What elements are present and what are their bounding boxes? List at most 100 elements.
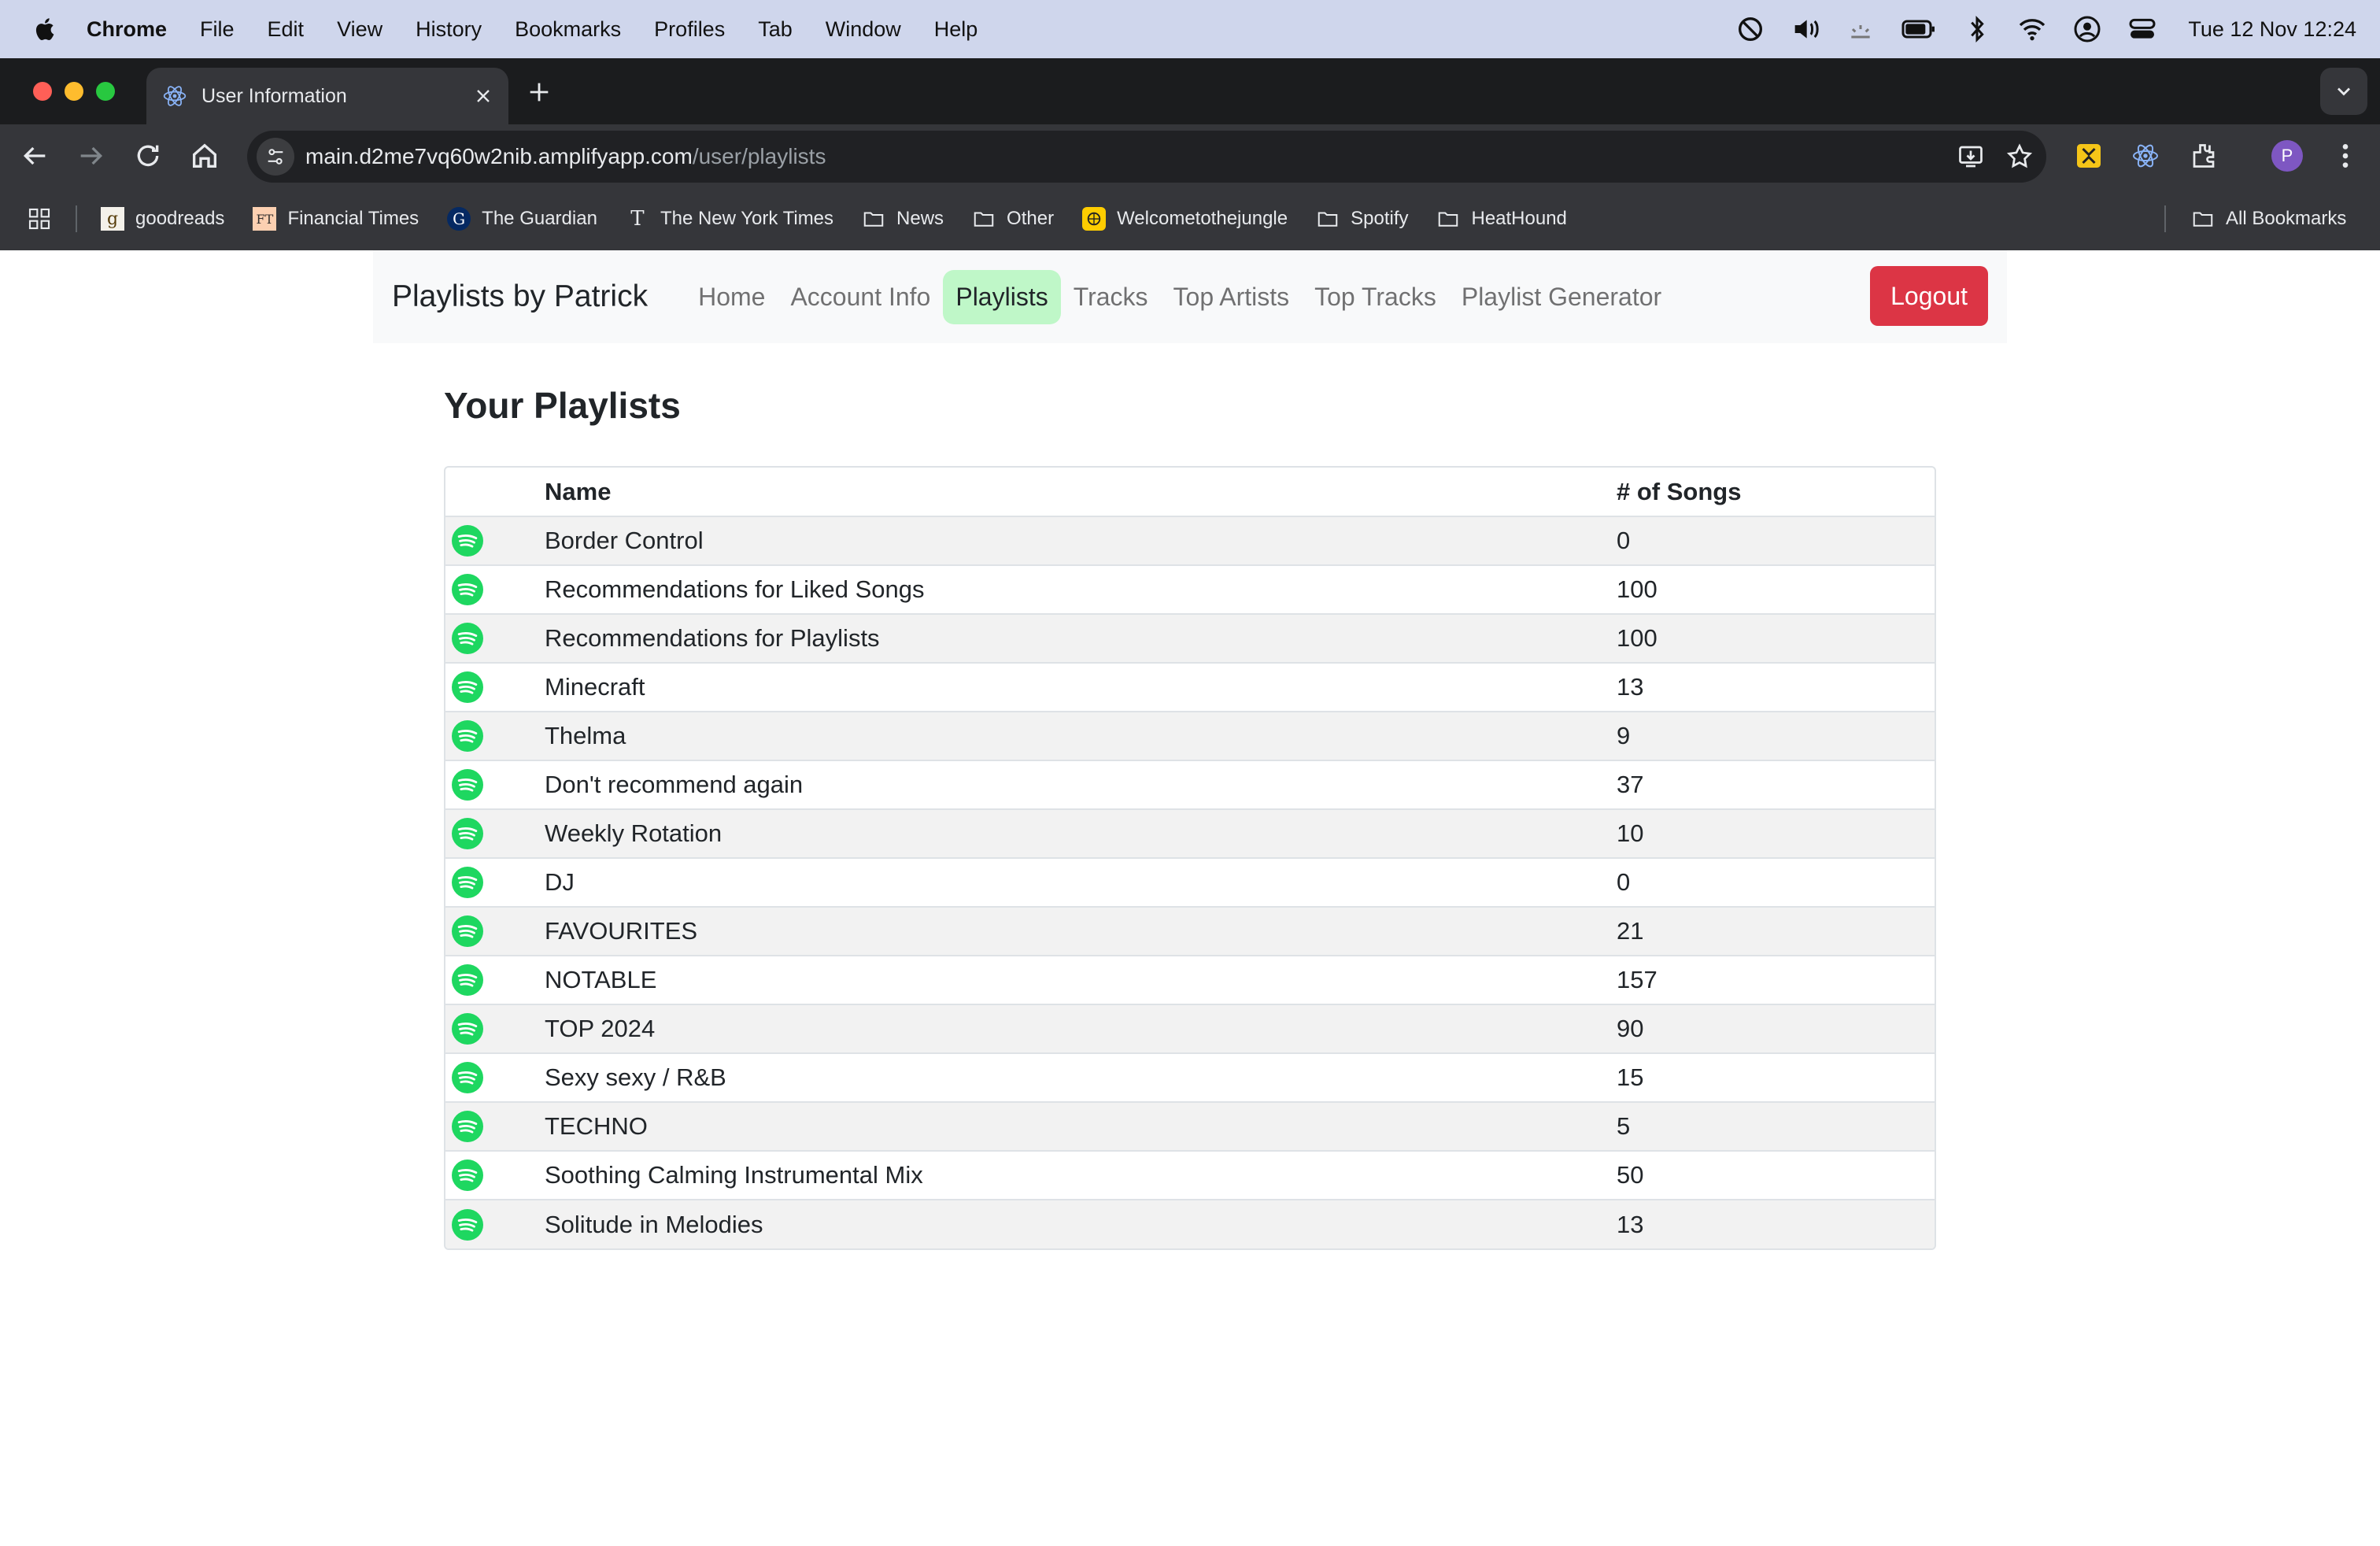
react-devtools-icon[interactable] xyxy=(2131,142,2160,170)
spotify-icon-cell[interactable] xyxy=(445,956,545,1005)
table-row[interactable]: TECHNO 5 xyxy=(445,1102,1935,1152)
menu-history[interactable]: History xyxy=(416,17,482,42)
menu-edit[interactable]: Edit xyxy=(268,17,305,42)
site-info-button[interactable] xyxy=(257,138,294,176)
bookmark-nyt[interactable]: T The New York Times xyxy=(626,207,833,231)
bookmark-welcometothejungle[interactable]: Welcometothejungle xyxy=(1082,207,1288,231)
logout-button[interactable]: Logout xyxy=(1870,266,1988,326)
new-tab-icon[interactable] xyxy=(526,79,552,105)
table-row[interactable]: Don't recommend again 37 xyxy=(445,760,1935,810)
spotify-icon-cell[interactable] xyxy=(445,858,545,908)
bookmark-financial-times[interactable]: FT Financial Times xyxy=(253,207,419,231)
bookmark-the-guardian[interactable]: G The Guardian xyxy=(447,207,597,231)
nav-top-tracks[interactable]: Top Tracks xyxy=(1302,270,1449,324)
spotify-icon-cell[interactable] xyxy=(445,1200,545,1248)
bookmark-goodreads[interactable]: g goodreads xyxy=(101,207,224,231)
extensions-icon[interactable] xyxy=(2190,142,2218,170)
nav-home[interactable]: Home xyxy=(686,270,778,324)
spotify-icon-cell[interactable] xyxy=(445,1102,545,1152)
table-row[interactable]: Thelma 9 xyxy=(445,712,1935,761)
spotify-icon-cell[interactable] xyxy=(445,516,545,566)
window-zoom-button[interactable] xyxy=(96,82,115,101)
user-icon[interactable] xyxy=(2071,13,2103,45)
control-center-icon[interactable] xyxy=(2127,13,2158,45)
nav-account-info[interactable]: Account Info xyxy=(778,270,943,324)
table-row[interactable]: Soothing Calming Instrumental Mix 50 xyxy=(445,1151,1935,1200)
address-bar[interactable]: main.d2me7vq60w2nib.amplifyapp.com/user/… xyxy=(247,131,2046,183)
spotify-icon[interactable] xyxy=(452,1013,545,1045)
spotify-icon[interactable] xyxy=(452,1111,545,1142)
nav-top-artists[interactable]: Top Artists xyxy=(1161,270,1303,324)
apple-icon[interactable] xyxy=(31,13,60,45)
profile-avatar[interactable]: P xyxy=(2271,140,2303,172)
spotify-icon[interactable] xyxy=(452,1208,545,1241)
home-icon[interactable] xyxy=(189,140,220,172)
menu-window[interactable]: Window xyxy=(826,17,901,42)
kebab-menu-icon[interactable] xyxy=(2330,140,2361,172)
tab-search-button[interactable] xyxy=(2320,68,2367,115)
spotify-icon[interactable] xyxy=(452,671,545,703)
bookmark-folder-other[interactable]: Other xyxy=(972,207,1054,231)
table-row[interactable]: DJ 0 xyxy=(445,858,1935,908)
spotify-icon-cell[interactable] xyxy=(445,760,545,810)
focus-icon[interactable] xyxy=(1735,13,1766,45)
spotify-icon[interactable] xyxy=(452,964,545,996)
spotify-icon[interactable] xyxy=(452,720,545,752)
reload-icon[interactable] xyxy=(132,140,164,172)
spotify-icon[interactable] xyxy=(452,915,545,947)
browser-tab[interactable]: User Information xyxy=(146,68,508,124)
spotify-icon[interactable] xyxy=(452,525,545,557)
table-row[interactable]: Minecraft 13 xyxy=(445,663,1935,712)
menu-bookmarks[interactable]: Bookmarks xyxy=(515,17,621,42)
spotify-icon[interactable] xyxy=(452,867,545,898)
bookmark-star-icon[interactable] xyxy=(2005,142,2034,171)
window-minimize-button[interactable] xyxy=(65,82,83,101)
back-icon[interactable] xyxy=(19,140,50,172)
menubar-clock[interactable]: Tue 12 Nov 12:24 xyxy=(2188,17,2356,42)
volume-icon[interactable] xyxy=(1790,13,1821,45)
table-row[interactable]: Recommendations for Liked Songs 100 xyxy=(445,565,1935,615)
menu-profiles[interactable]: Profiles xyxy=(654,17,725,42)
spotify-icon[interactable] xyxy=(452,1062,545,1093)
spotify-icon[interactable] xyxy=(452,769,545,801)
forward-icon[interactable] xyxy=(76,140,107,172)
spotify-icon-cell[interactable] xyxy=(445,663,545,712)
menu-file[interactable]: File xyxy=(200,17,235,42)
spotify-icon[interactable] xyxy=(452,623,545,654)
spotify-icon-cell[interactable] xyxy=(445,1004,545,1054)
spotify-icon-cell[interactable] xyxy=(445,809,545,859)
menu-tab[interactable]: Tab xyxy=(758,17,793,42)
table-row[interactable]: NOTABLE 157 xyxy=(445,956,1935,1005)
spotify-icon-cell[interactable] xyxy=(445,907,545,956)
menu-help[interactable]: Help xyxy=(934,17,978,42)
nav-playlists[interactable]: Playlists xyxy=(943,269,1061,324)
table-row[interactable]: Border Control 0 xyxy=(445,516,1935,566)
close-tab-icon[interactable] xyxy=(472,85,494,107)
spotify-icon-cell[interactable] xyxy=(445,1053,545,1103)
spotify-icon[interactable] xyxy=(452,818,545,849)
app-menu-chrome[interactable]: Chrome xyxy=(87,17,167,42)
apps-grid-icon[interactable] xyxy=(27,206,52,231)
bookmark-folder-heathound[interactable]: HeatHound xyxy=(1436,207,1567,231)
nav-tracks[interactable]: Tracks xyxy=(1061,270,1161,324)
table-row[interactable]: FAVOURITES 21 xyxy=(445,907,1935,956)
bookmark-folder-news[interactable]: News xyxy=(862,207,944,231)
spotify-icon[interactable] xyxy=(452,574,545,605)
nav-playlist-generator[interactable]: Playlist Generator xyxy=(1449,270,1674,324)
all-bookmarks-button[interactable]: All Bookmarks xyxy=(2191,207,2346,231)
spotify-icon-cell[interactable] xyxy=(445,565,545,615)
menu-view[interactable]: View xyxy=(337,17,382,42)
table-row[interactable]: Weekly Rotation 10 xyxy=(445,809,1935,859)
spotify-icon-cell[interactable] xyxy=(445,712,545,761)
table-row[interactable]: TOP 2024 90 xyxy=(445,1004,1935,1054)
battery-icon[interactable] xyxy=(1900,13,1938,45)
bookmark-folder-spotify[interactable]: Spotify xyxy=(1316,207,1408,231)
install-app-icon[interactable] xyxy=(1957,142,1985,171)
bluetooth-icon[interactable] xyxy=(1961,13,1993,45)
spotify-icon-cell[interactable] xyxy=(445,1151,545,1200)
window-close-button[interactable] xyxy=(33,82,52,101)
extension-honey-icon[interactable] xyxy=(2075,142,2103,170)
table-row[interactable]: Solitude in Melodies 13 xyxy=(445,1200,1935,1248)
brightness-icon[interactable] xyxy=(1845,13,1876,45)
brand[interactable]: Playlists by Patrick xyxy=(392,279,648,314)
